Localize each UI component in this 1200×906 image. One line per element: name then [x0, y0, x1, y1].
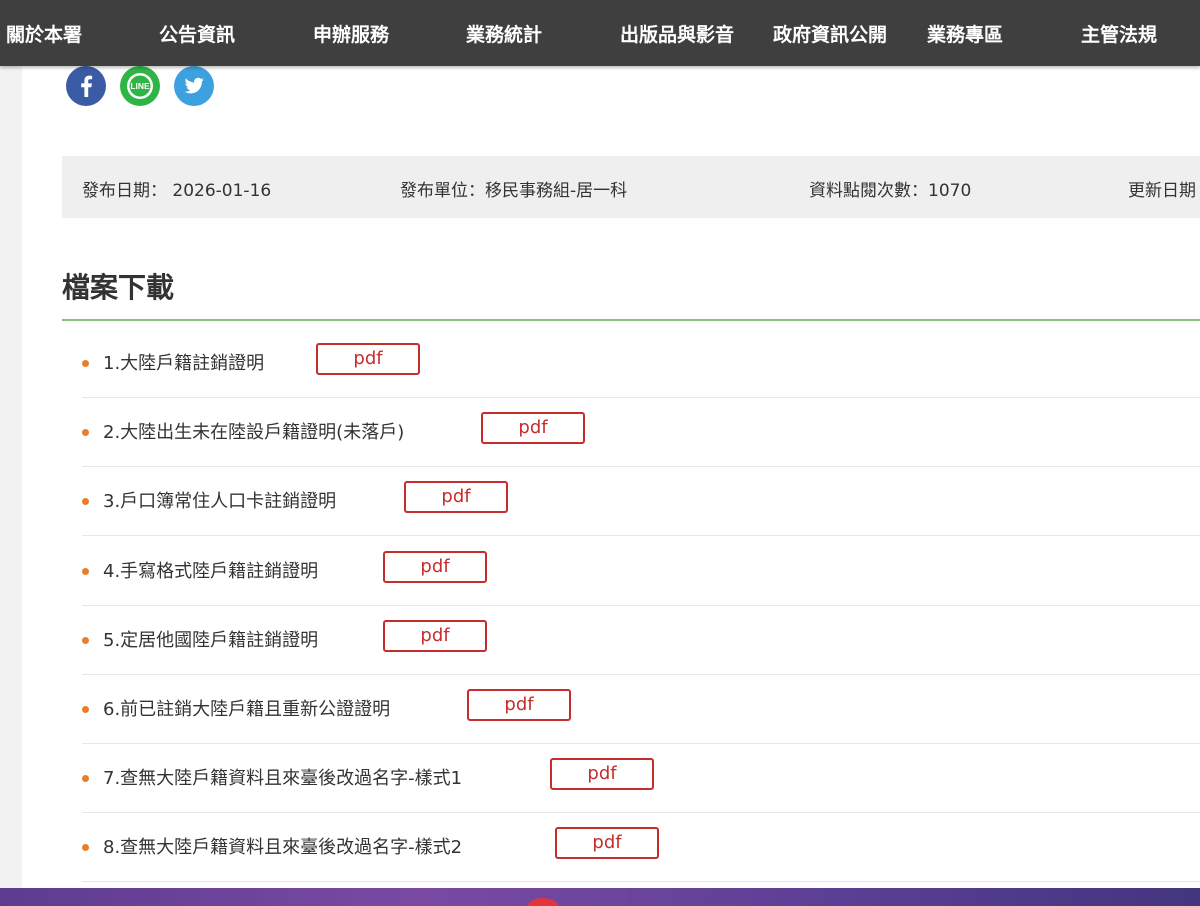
file-name: 5.定居他國陸戶籍註銷證明	[103, 630, 319, 651]
meta-bar: 發布日期： 2026-01-16 發布單位：移民事務組-居一科 資料點閱次數：1…	[62, 156, 1200, 218]
file-row: 3.戶口簿常住人口卡註銷證明 pdf	[82, 467, 1200, 536]
bullet-icon	[82, 360, 89, 367]
top-nav: 關於本署 公告資訊 申辦服務 業務統計 出版品與影音 政府資訊公開 業務專區 主…	[0, 0, 1200, 66]
nav-item-about[interactable]: 關於本署	[6, 20, 82, 47]
view-count: 資料點閱次數：1070	[809, 176, 971, 201]
file-row: 8.查無大陸戶籍資料且來臺後改過名字-樣式2 pdf	[82, 813, 1200, 882]
updated-date-label: 更新日期	[1128, 181, 1196, 201]
file-row: 6.前已註銷大陸戶籍且重新公證證明 pdf	[82, 675, 1200, 744]
content-panel: LINE 發布日期： 2026-01-16 發布單位：移民事務組-居一科 資料點…	[22, 0, 1200, 890]
nav-item-services[interactable]: 申辦服務	[313, 20, 389, 47]
nav-item-statistics[interactable]: 業務統計	[466, 20, 542, 47]
section-divider	[62, 319, 1200, 321]
line-icon-label: LINE	[130, 81, 150, 91]
file-row: 2.大陸出生未在陸設戶籍證明(未落戶) pdf	[82, 398, 1200, 467]
nav-item-publications[interactable]: 出版品與影音	[620, 20, 734, 47]
file-row: 1.大陸戶籍註銷證明 pdf	[82, 329, 1200, 398]
publish-date-value: 2026-01-16	[172, 181, 272, 201]
publish-unit: 發布單位：移民事務組-居一科	[400, 176, 627, 201]
view-count-label: 資料點閱次數：	[809, 181, 928, 201]
pdf-download-button[interactable]: pdf	[383, 620, 487, 652]
line-icon: LINE	[127, 73, 153, 99]
taskbar-app-icon[interactable]	[528, 898, 558, 906]
publish-date-label: 發布日期：	[82, 181, 167, 201]
bullet-icon	[82, 498, 89, 505]
file-name: 3.戶口簿常住人口卡註銷證明	[103, 491, 337, 512]
bullet-icon	[82, 706, 89, 713]
nav-item-open-government[interactable]: 政府資訊公開	[773, 20, 887, 47]
pdf-download-button[interactable]: pdf	[481, 412, 585, 444]
bullet-icon	[82, 775, 89, 782]
file-row: 7.查無大陸戶籍資料且來臺後改過名字-樣式1 pdf	[82, 744, 1200, 813]
nav-item-announcements[interactable]: 公告資訊	[159, 20, 235, 47]
pdf-download-button[interactable]: pdf	[316, 343, 420, 375]
pdf-download-button[interactable]: pdf	[555, 827, 659, 859]
file-name: 2.大陸出生未在陸設戶籍證明(未落戶)	[103, 422, 405, 443]
file-name: 4.手寫格式陸戶籍註銷證明	[103, 561, 319, 582]
pdf-download-button[interactable]: pdf	[404, 481, 508, 513]
line-share-button[interactable]: LINE	[120, 66, 160, 106]
publish-unit-label: 發布單位：	[400, 181, 485, 201]
twitter-icon	[184, 77, 204, 94]
pdf-download-button[interactable]: pdf	[550, 758, 654, 790]
facebook-icon	[81, 75, 93, 97]
section-title: 檔案下載	[62, 271, 175, 304]
file-row: 4.手寫格式陸戶籍註銷證明 pdf	[82, 537, 1200, 606]
facebook-share-button[interactable]	[66, 66, 106, 106]
pdf-download-button[interactable]: pdf	[383, 551, 487, 583]
bullet-icon	[82, 844, 89, 851]
file-name: 6.前已註銷大陸戶籍且重新公證證明	[103, 699, 391, 720]
nav-item-regulations[interactable]: 主管法規	[1081, 20, 1157, 47]
file-name: 8.查無大陸戶籍資料且來臺後改過名字-樣式2	[103, 837, 463, 858]
publish-date: 發布日期： 2026-01-16	[82, 176, 271, 201]
twitter-share-button[interactable]	[174, 66, 214, 106]
file-name: 7.查無大陸戶籍資料且來臺後改過名字-樣式1	[103, 768, 463, 789]
view-count-value: 1070	[928, 181, 972, 201]
bullet-icon	[82, 568, 89, 575]
bullet-icon	[82, 429, 89, 436]
page: LINE 發布日期： 2026-01-16 發布單位：移民事務組-居一科 資料點…	[0, 0, 1200, 906]
file-row: 5.定居他國陸戶籍註銷證明 pdf	[82, 606, 1200, 675]
nav-item-business-zone[interactable]: 業務專區	[927, 20, 1003, 47]
bullet-icon	[82, 637, 89, 644]
pdf-download-button[interactable]: pdf	[467, 689, 571, 721]
file-name: 1.大陸戶籍註銷證明	[103, 353, 265, 374]
publish-unit-value: 移民事務組-居一科	[485, 181, 628, 201]
taskbar	[0, 888, 1200, 906]
